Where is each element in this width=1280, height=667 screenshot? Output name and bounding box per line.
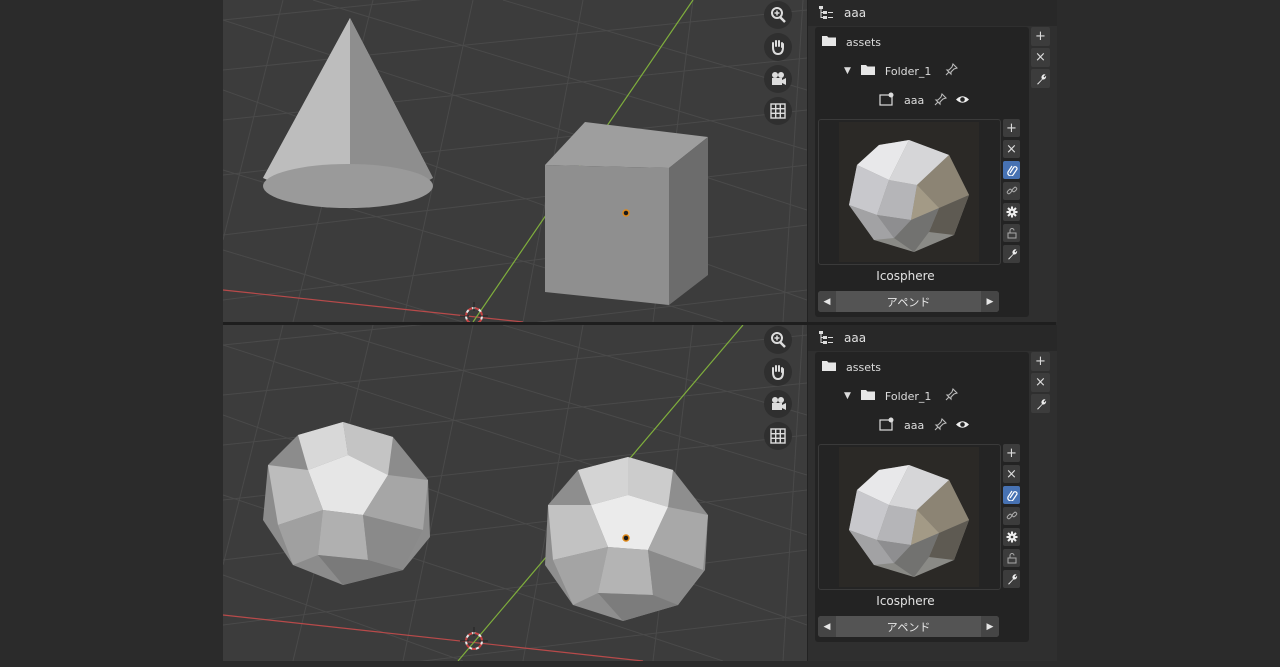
outliner-title: aaa [844, 6, 867, 20]
expand-arrow-icon[interactable]: ▼ [844, 66, 851, 76]
chain-icon[interactable] [1003, 507, 1020, 525]
tree-root-assets[interactable]: assets [821, 34, 881, 50]
collection-icon [879, 417, 895, 434]
remove-icon[interactable]: × [1003, 140, 1020, 158]
collection-icon [879, 92, 895, 109]
3d-viewport-bottom[interactable] [223, 325, 807, 661]
folder-icon [860, 388, 876, 404]
next-arrow-icon[interactable]: ▶ [981, 616, 999, 637]
tree-folder-1[interactable]: ▼ Folder_1 [844, 387, 959, 404]
asset-name-label: Icosphere [876, 269, 935, 283]
folder-icon [860, 63, 876, 79]
remove-icon[interactable]: × [1003, 465, 1020, 483]
add-button[interactable]: + [1031, 352, 1050, 371]
tree-item-label: aaa [904, 94, 925, 107]
pin-icon[interactable] [934, 92, 948, 109]
lock-icon[interactable] [1003, 549, 1020, 567]
tree-root-assets[interactable]: assets [821, 359, 881, 375]
eye-icon[interactable] [955, 419, 970, 433]
prev-arrow-icon[interactable]: ◀ [818, 291, 836, 312]
tree-item-aaa[interactable]: aaa [879, 92, 970, 109]
gear-icon[interactable] [1003, 528, 1020, 546]
pin-icon[interactable] [945, 387, 959, 404]
wrench-icon[interactable] [1003, 570, 1020, 588]
zoom-icon[interactable] [764, 1, 792, 29]
tree-root-label: assets [846, 35, 882, 49]
outliner-panel-bottom: aaa assets ▼ Folder_1 aaa + × Icosphere … [807, 325, 1057, 661]
append-selector[interactable]: ◀ アペンド ▶ [818, 616, 999, 637]
lock-icon[interactable] [1003, 224, 1020, 242]
folder-icon [821, 359, 837, 375]
append-selector[interactable]: ◀ アペンド ▶ [818, 291, 999, 312]
preview-side-buttons: + × [1003, 444, 1021, 591]
icosphere-preview [839, 122, 979, 262]
asset-preview[interactable] [818, 119, 1001, 265]
preview-side-buttons: + × [1003, 119, 1021, 266]
add-icon[interactable]: + [1003, 119, 1020, 137]
viewport-scene [223, 0, 807, 322]
add-icon[interactable]: + [1003, 444, 1020, 462]
outliner-icon[interactable] [818, 5, 834, 21]
outliner-title: aaa [844, 331, 867, 345]
remove-button[interactable]: × [1031, 373, 1050, 392]
expand-arrow-icon[interactable]: ▼ [844, 391, 851, 401]
wrench-icon[interactable] [1003, 245, 1020, 263]
folder-icon [821, 34, 837, 50]
link-icon[interactable] [1003, 486, 1020, 504]
tree-side-buttons: + × [1031, 352, 1051, 415]
wrench-icon[interactable] [1031, 69, 1050, 88]
link-icon[interactable] [1003, 161, 1020, 179]
camera-icon[interactable] [764, 390, 792, 418]
append-label: アペンド [886, 620, 931, 634]
icosphere-preview [839, 447, 979, 587]
append-label: アペンド [886, 295, 931, 309]
asset-name-label: Icosphere [876, 594, 935, 608]
tree-side-buttons: + × [1031, 27, 1051, 90]
cube-object [545, 122, 708, 305]
icosphere-object-right [545, 457, 708, 621]
gear-icon[interactable] [1003, 203, 1020, 221]
asset-tree: assets ▼ Folder_1 aaa + × Icosphere ◀ アペ… [815, 27, 1029, 317]
outliner-icon[interactable] [818, 330, 834, 346]
asset-tree: assets ▼ Folder_1 aaa + × Icosphere ◀ アペ… [815, 352, 1029, 642]
wrench-icon[interactable] [1031, 394, 1050, 413]
hand-pan-icon[interactable] [764, 33, 792, 61]
zoom-icon[interactable] [764, 326, 792, 354]
pin-icon[interactable] [934, 417, 948, 434]
prev-arrow-icon[interactable]: ◀ [818, 616, 836, 637]
viewport-scene [223, 325, 807, 661]
tree-root-label: assets [846, 360, 882, 374]
add-button[interactable]: + [1031, 27, 1050, 46]
next-arrow-icon[interactable]: ▶ [981, 291, 999, 312]
outliner-panel-top: aaa assets ▼ Folder_1 aaa + × Icosphere … [807, 0, 1057, 322]
tree-item-label: aaa [904, 419, 925, 432]
grid-icon[interactable] [764, 97, 792, 125]
camera-icon[interactable] [764, 65, 792, 93]
tree-folder-label: Folder_1 [884, 64, 932, 78]
asset-preview[interactable] [818, 444, 1001, 590]
grid-icon[interactable] [764, 422, 792, 450]
outliner-header: aaa [808, 325, 1057, 351]
3d-cursor [460, 302, 488, 322]
tree-folder-label: Folder_1 [884, 389, 932, 403]
bottom-editor-area: aaa assets ▼ Folder_1 aaa + × Icosphere … [223, 325, 1057, 661]
outliner-header: aaa [808, 0, 1057, 26]
chain-icon[interactable] [1003, 182, 1020, 200]
top-editor-area: aaa assets ▼ Folder_1 aaa + × Icosphere … [223, 0, 1057, 322]
pin-icon[interactable] [945, 62, 959, 79]
remove-button[interactable]: × [1031, 48, 1050, 67]
tree-item-aaa[interactable]: aaa [879, 417, 970, 434]
3d-viewport-top[interactable] [223, 0, 807, 322]
icosphere-object-left [263, 422, 430, 585]
eye-icon[interactable] [955, 94, 970, 108]
hand-pan-icon[interactable] [764, 358, 792, 386]
tree-folder-1[interactable]: ▼ Folder_1 [844, 62, 959, 79]
